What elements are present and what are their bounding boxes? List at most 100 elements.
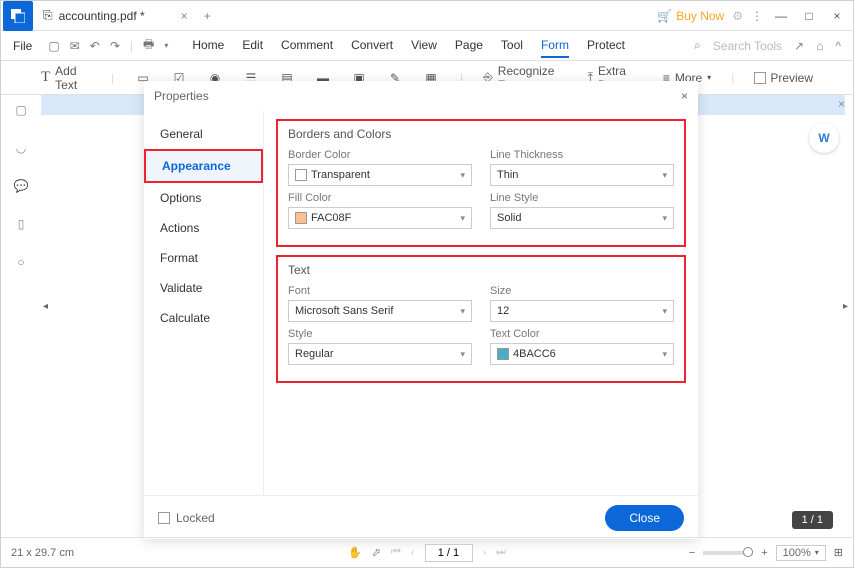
tab-view[interactable]: View: [411, 34, 437, 58]
document-tab[interactable]: ⎘ accounting.pdf * ×: [35, 1, 196, 31]
title-bar: ⎘ accounting.pdf * × + 🛒Buy Now ⚙ ⋮ — □ …: [1, 1, 853, 31]
sidebar-item-calculate[interactable]: Calculate: [144, 303, 263, 333]
print-dropdown-icon[interactable]: ▾: [164, 41, 168, 50]
app-logo-icon: [3, 1, 33, 31]
line-style-label: Line Style: [490, 192, 674, 204]
search-icon[interactable]: ⌕: [694, 38, 701, 53]
save-icon[interactable]: ▢: [48, 39, 59, 53]
text-color-dropdown[interactable]: 4BACC6 ▾: [490, 343, 674, 365]
zoom-out-icon[interactable]: −: [689, 547, 695, 559]
zoom-value-dropdown[interactable]: 100% ▾: [776, 545, 826, 561]
first-page-icon[interactable]: ⏮: [391, 546, 401, 559]
tab-form[interactable]: Form: [541, 34, 569, 58]
search-tools-input[interactable]: Search Tools: [713, 39, 782, 53]
comments-icon[interactable]: 💬: [14, 179, 29, 193]
sidebar-item-format[interactable]: Format: [144, 243, 263, 273]
line-thickness-label: Line Thickness: [490, 149, 674, 161]
last-page-icon[interactable]: ⏭: [496, 546, 506, 559]
file-menu[interactable]: File: [5, 39, 40, 53]
tab-title: accounting.pdf *: [59, 9, 145, 23]
preview-checkbox[interactable]: [754, 72, 766, 84]
user-avatar-icon[interactable]: ⚙: [732, 9, 743, 23]
collapse-icon[interactable]: ^: [835, 39, 841, 53]
close-window-button[interactable]: ×: [827, 6, 847, 26]
print-icon[interactable]: 🖶: [143, 35, 154, 56]
tab-comment[interactable]: Comment: [281, 34, 333, 58]
zoom-slider-thumb[interactable]: [743, 547, 753, 557]
page-input[interactable]: [424, 544, 472, 562]
chevron-down-icon: ▾: [460, 170, 465, 181]
share-icon[interactable]: ↗: [794, 39, 804, 53]
properties-sidebar: General Appearance Options Actions Forma…: [144, 111, 264, 495]
minimize-button[interactable]: —: [771, 6, 791, 26]
panel-title: Properties: [154, 89, 209, 103]
sidebar-item-actions[interactable]: Actions: [144, 213, 263, 243]
word-export-badge[interactable]: W: [809, 123, 839, 153]
fill-color-dropdown[interactable]: FAC08F ▾: [288, 207, 472, 229]
sidebar-item-validate[interactable]: Validate: [144, 273, 263, 303]
preview-toggle[interactable]: Preview: [754, 71, 813, 85]
zoom-slider[interactable]: [703, 551, 753, 555]
sidebar-item-options[interactable]: Options: [144, 183, 263, 213]
undo-icon[interactable]: ↶: [90, 39, 100, 53]
attachments-icon[interactable]: ▯: [18, 217, 25, 231]
section-title-borders: Borders and Colors: [288, 127, 674, 141]
locked-checkbox-box[interactable]: [158, 512, 170, 524]
cloud-icon[interactable]: ⌂: [816, 39, 823, 53]
line-thickness-dropdown[interactable]: Thin ▾: [490, 164, 674, 186]
search-rail-icon[interactable]: ○: [17, 255, 24, 269]
line-style-dropdown[interactable]: Solid ▾: [490, 207, 674, 229]
scroll-left-icon[interactable]: ◂: [43, 301, 51, 311]
sidebar-item-general[interactable]: General: [144, 119, 263, 149]
tab-protect[interactable]: Protect: [587, 34, 625, 58]
select-tool-icon[interactable]: ⬀: [372, 546, 381, 559]
new-tab-button[interactable]: +: [196, 9, 219, 23]
bookmark-icon[interactable]: ◡: [16, 141, 26, 155]
text-swatch-icon: [497, 348, 509, 360]
close-tab-icon[interactable]: ×: [181, 9, 188, 23]
scroll-right-icon[interactable]: ▸: [843, 301, 851, 311]
menu-bar: File ▢ ✉ ↶ ↷ | 🖶 ▾ Home Edit Comment Con…: [1, 31, 853, 61]
border-color-label: Border Color: [288, 149, 472, 161]
locked-checkbox[interactable]: Locked: [158, 511, 215, 525]
properties-panel: Properties × General Appearance Options …: [144, 81, 698, 539]
thumbnails-icon[interactable]: ▢: [15, 103, 26, 117]
close-panel-icon[interactable]: ×: [681, 89, 688, 103]
tab-page[interactable]: Page: [455, 34, 483, 58]
next-page-icon[interactable]: ›: [482, 547, 486, 559]
style-dropdown[interactable]: Regular ▾: [288, 343, 472, 365]
zoom-in-icon[interactable]: +: [761, 547, 767, 559]
mail-icon[interactable]: ✉: [70, 39, 80, 53]
fit-view-icon[interactable]: ⊞: [834, 546, 843, 559]
font-dropdown[interactable]: Microsoft Sans Serif ▾: [288, 300, 472, 322]
buy-now-link[interactable]: 🛒Buy Now: [657, 9, 724, 23]
tab-tool[interactable]: Tool: [501, 34, 523, 58]
prev-page-icon[interactable]: ‹: [411, 547, 415, 559]
cart-icon: 🛒: [657, 9, 672, 23]
add-text-button[interactable]: T Add Text: [41, 64, 91, 92]
chevron-down-icon: ▾: [662, 170, 667, 181]
section-title-text: Text: [288, 263, 674, 277]
chevron-down-icon: ▾: [662, 306, 667, 317]
border-color-dropdown[interactable]: Transparent ▾: [288, 164, 472, 186]
chevron-down-icon: ▾: [662, 349, 667, 360]
hand-tool-icon[interactable]: ✋: [348, 546, 362, 559]
tab-home[interactable]: Home: [192, 34, 224, 58]
size-dropdown[interactable]: 12 ▾: [490, 300, 674, 322]
tab-convert[interactable]: Convert: [351, 34, 393, 58]
chevron-down-icon: ▾: [460, 306, 465, 317]
more-menu-icon[interactable]: ⋮: [751, 9, 763, 23]
fill-swatch-icon: [295, 212, 307, 224]
close-banner-icon[interactable]: ×: [838, 97, 845, 111]
tab-edit[interactable]: Edit: [242, 34, 263, 58]
tab-doc-icon: ⎘: [43, 8, 53, 23]
size-label: Size: [490, 285, 674, 297]
redo-icon[interactable]: ↷: [110, 39, 120, 53]
chevron-down-icon: ▾: [815, 548, 819, 557]
close-button[interactable]: Close: [605, 505, 684, 531]
chevron-down-icon: ▾: [460, 213, 465, 224]
sidebar-item-appearance[interactable]: Appearance: [144, 149, 263, 183]
text-color-label: Text Color: [490, 328, 674, 340]
page-navigation: ✋ ⬀ ⏮ ‹ › ⏭: [348, 544, 506, 562]
maximize-button[interactable]: □: [799, 6, 819, 26]
